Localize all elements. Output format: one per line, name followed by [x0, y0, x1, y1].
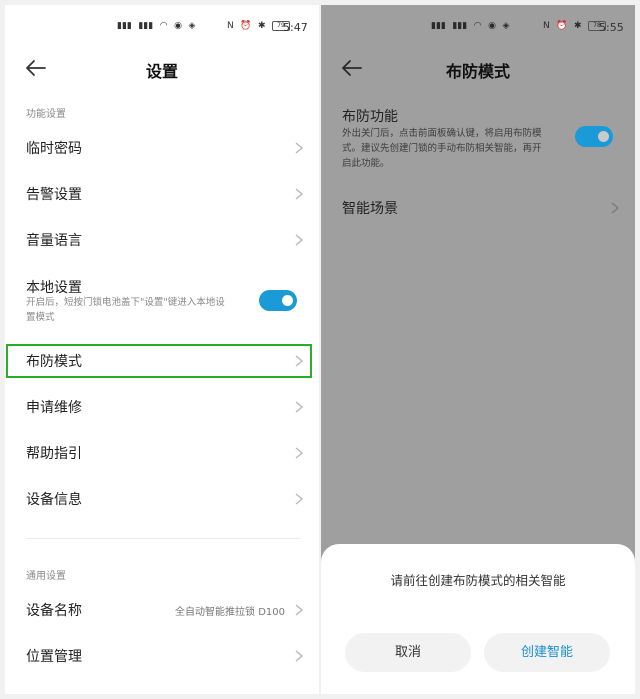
settings-screen: ▮▮▮ ▮▮▮ ◠ ◉ ◈ N ⏰ ✱ 79 5:47 设置 功能设置 临时密码… [5, 5, 319, 694]
chevron-right-icon [295, 234, 303, 246]
device-name-value: 全自动智能推拉锁 D100 [175, 607, 285, 618]
local-settings-desc: 开启后，短按门锁电池盖下"设置"键进入本地设置模式 [26, 297, 225, 323]
alarm-icon: ⏰ [556, 21, 568, 31]
bluetooth-icon: ✱ [257, 21, 266, 31]
chevron-right-icon [295, 355, 303, 367]
settings-item-help[interactable]: 帮助指引 [5, 430, 319, 476]
status-bar: ▮▮▮ ▮▮▮ ◠ ◉ ◈ N ⏰ ✱ 79 5:47 [5, 5, 319, 39]
settings-item-alarm[interactable]: 告警设置 [5, 171, 319, 217]
signal-icon: ▮▮▮ [431, 21, 446, 31]
item-label: 智能场景 [342, 201, 398, 217]
app-icon: ◈ [502, 21, 510, 31]
section-label-general: 通用设置 [26, 571, 66, 582]
page-header: 设置 [5, 45, 319, 95]
chevron-right-icon [295, 188, 303, 200]
item-label: 布防模式 [26, 354, 82, 370]
settings-item-repair[interactable]: 申请维修 [5, 384, 319, 430]
item-label: 本地设置 [26, 280, 82, 296]
chevron-right-icon [295, 142, 303, 154]
toggle-knob [598, 131, 609, 142]
settings-item-volume-language[interactable]: 音量语言 [5, 217, 319, 263]
settings-item-location[interactable]: 位置管理 [5, 633, 319, 679]
app-icon: ◈ [188, 21, 196, 31]
bottom-sheet-dialog: 请前往创建布防模式的相关智能 取消 创建智能 [321, 544, 635, 694]
item-label: 位置管理 [26, 649, 82, 665]
page-title: 布防模式 [445, 62, 510, 81]
settings-item-local: 本地设置 开启后，短按门锁电池盖下"设置"键进入本地设置模式 [5, 275, 319, 335]
item-label: 临时密码 [26, 141, 82, 157]
cancel-button[interactable]: 取消 [345, 633, 471, 672]
arm-function-desc: 外出关门后，点击前面板确认键，将启用布防模式。建议先创建门锁的手动布防相关智能，… [342, 128, 542, 169]
bluetooth-icon: ✱ [573, 21, 582, 31]
item-label: 申请维修 [26, 400, 82, 416]
chevron-right-icon [295, 650, 303, 662]
item-label: 设备名称 [26, 603, 82, 619]
arm-mode-screen: ▮▮▮ ▮▮▮ ◠ ◉ ◈ N ⏰ ✱ 78 5:55 布防模式 布防功能 外出… [321, 5, 635, 694]
nfc-icon: N [543, 21, 550, 31]
chevron-right-icon [295, 604, 303, 616]
signal-icon: ▮▮▮ [138, 21, 154, 31]
smart-scene-item[interactable]: 智能场景 [321, 185, 635, 225]
status-bar: ▮▮▮ ▮▮▮ ◠ ◉ ◈ N ⏰ ✱ 78 5:55 [321, 5, 635, 39]
wifi-icon: ◠ [159, 21, 168, 31]
dialog-message: 请前往创建布防模式的相关智能 [390, 573, 566, 588]
create-smart-button[interactable]: 创建智能 [484, 633, 610, 672]
chevron-right-icon [295, 447, 303, 459]
signal-icon: ▮▮▮ [452, 21, 468, 31]
section-label-function: 功能设置 [26, 109, 66, 120]
arm-function-label: 布防功能 [342, 109, 398, 125]
status-icons-right: N ⏰ ✱ 78 [543, 19, 606, 32]
settings-item-device-name[interactable]: 设备名称 全自动智能推拉锁 D100 [5, 587, 319, 633]
page-header: 布防模式 [321, 45, 635, 95]
section-divider [26, 538, 301, 539]
item-label: 帮助指引 [26, 446, 82, 462]
signal-icon: ▮▮▮ [117, 21, 132, 31]
chevron-right-icon [295, 493, 303, 505]
arm-function-toggle[interactable] [575, 126, 613, 147]
item-label: 设备信息 [26, 492, 82, 508]
wifi-icon: ◠ [473, 21, 482, 31]
settings-item-device-info[interactable]: 设备信息 [5, 476, 319, 522]
item-label: 告警设置 [26, 187, 82, 203]
settings-item-arm-mode[interactable]: 布防模式 [5, 338, 319, 384]
status-icons-right: N ⏰ ✱ 79 [227, 19, 290, 32]
toggle-knob [282, 295, 293, 306]
local-settings-toggle[interactable] [259, 290, 297, 311]
app-icon: ◉ [488, 21, 496, 31]
settings-item-temp-password[interactable]: 临时密码 [5, 125, 319, 171]
status-time: 5:47 [283, 21, 308, 34]
status-icons-left: ▮▮▮ ▮▮▮ ◠ ◉ ◈ [117, 19, 198, 32]
chevron-right-icon [611, 202, 619, 214]
status-icons-left: ▮▮▮ ▮▮▮ ◠ ◉ ◈ [431, 19, 512, 32]
status-time: 5:55 [599, 21, 624, 34]
page-title: 设置 [145, 62, 178, 81]
item-label: 音量语言 [26, 233, 82, 249]
app-icon: ◉ [174, 21, 182, 31]
chevron-right-icon [295, 401, 303, 413]
alarm-icon: ⏰ [240, 21, 252, 31]
nfc-icon: N [227, 21, 234, 31]
